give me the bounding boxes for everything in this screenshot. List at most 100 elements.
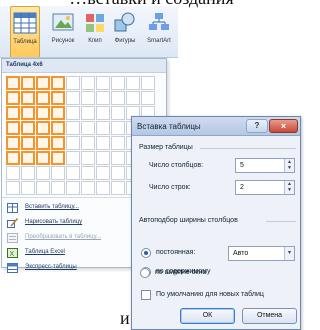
grid-cell-selected[interactable] [21, 106, 35, 120]
document-text-fragment: и [120, 308, 130, 328]
shapes-button[interactable]: Фигуры [110, 6, 140, 57]
cancel-button[interactable]: Отмена [242, 308, 297, 324]
grid-cell[interactable] [126, 76, 140, 90]
fixed-width-select[interactable]: Авто ▾ [228, 246, 295, 261]
spinner-arrows-icon[interactable]: ▲ ▼ [284, 159, 294, 172]
grid-cell[interactable] [111, 91, 125, 105]
grid-cell[interactable] [111, 121, 125, 135]
grid-cell[interactable] [66, 106, 80, 120]
grid-cell[interactable] [111, 76, 125, 90]
grid-cell[interactable] [36, 166, 50, 180]
grid-cell-selected[interactable] [51, 76, 65, 90]
grid-cell[interactable] [36, 181, 50, 195]
grid-cell[interactable] [81, 106, 95, 120]
spinner-arrows-icon[interactable]: ▾ [284, 247, 294, 260]
grid-cell[interactable] [111, 166, 125, 180]
grid-cell-selected[interactable] [6, 91, 20, 105]
excel-table-icon: X [7, 248, 18, 258]
grid-cell-selected[interactable] [51, 106, 65, 120]
grid-cell[interactable] [66, 166, 80, 180]
grid-cell[interactable] [96, 91, 110, 105]
grid-cell[interactable] [141, 76, 155, 90]
smartart-button[interactable]: SmartArt [140, 6, 178, 57]
clipart-icon [86, 14, 104, 32]
grid-cell[interactable] [111, 106, 125, 120]
grid-cell[interactable] [81, 76, 95, 90]
grid-cell[interactable] [66, 76, 80, 90]
table-button[interactable]: Таблица [10, 6, 40, 57]
grid-cell[interactable] [66, 136, 80, 150]
grid-cell-selected[interactable] [51, 91, 65, 105]
columns-spinner[interactable]: 5 ▲ ▼ [235, 158, 295, 173]
ok-button[interactable]: ОК [180, 308, 235, 324]
grid-cell-selected[interactable] [51, 151, 65, 165]
spinner-arrows-icon[interactable]: ▲ ▼ [284, 181, 294, 194]
dialog-titlebar[interactable]: Вставка таблицы ? × [132, 117, 300, 136]
picture-button[interactable]: Рисунок [48, 6, 78, 57]
columns-value: 5 [240, 162, 244, 169]
grid-cell[interactable] [21, 166, 35, 180]
rows-spinner[interactable]: 2 ▲ ▼ [235, 180, 295, 195]
grid-cell[interactable] [111, 136, 125, 150]
grid-cell[interactable] [66, 121, 80, 135]
grid-cell-selected[interactable] [36, 151, 50, 165]
grid-cell-selected[interactable] [6, 106, 20, 120]
grid-cell-selected[interactable] [21, 136, 35, 150]
grid-cell[interactable] [66, 151, 80, 165]
radio-autofit-window[interactable] [140, 268, 150, 278]
grid-cell[interactable] [96, 106, 110, 120]
grid-cell-selected[interactable] [6, 136, 20, 150]
grid-cell[interactable] [126, 91, 140, 105]
grid-cell[interactable] [81, 136, 95, 150]
radio-window-label: по ширине окна [155, 269, 207, 276]
checkbox-label: По умолчанию для новых таблиц [156, 291, 264, 298]
grid-cell[interactable] [6, 181, 20, 195]
menu-item-label: Вставить таблицу... [25, 204, 79, 210]
clipart-button[interactable]: Клип [82, 6, 108, 57]
radio-fixed-width[interactable] [141, 248, 151, 258]
grid-cell[interactable] [81, 151, 95, 165]
grid-cell-selected[interactable] [6, 151, 20, 165]
grid-cell[interactable] [96, 76, 110, 90]
grid-cell[interactable] [6, 166, 20, 180]
clipart-button-label: Клип [88, 38, 102, 44]
table-button-label: Таблица [13, 39, 37, 45]
grid-cell[interactable] [81, 121, 95, 135]
grid-cell-selected[interactable] [36, 136, 50, 150]
grid-cell-selected[interactable] [36, 76, 50, 90]
grid-cell[interactable] [51, 166, 65, 180]
grid-cell[interactable] [111, 151, 125, 165]
grid-cell-selected[interactable] [21, 121, 35, 135]
grid-cell-selected[interactable] [6, 76, 20, 90]
grid-cell[interactable] [111, 181, 125, 195]
grid-cell[interactable] [81, 91, 95, 105]
grid-cell[interactable] [141, 91, 155, 105]
grid-cell-selected[interactable] [36, 121, 50, 135]
grid-cell[interactable] [96, 136, 110, 150]
grid-cell[interactable] [96, 151, 110, 165]
grid-cell-selected[interactable] [6, 121, 20, 135]
grid-cell-selected[interactable] [21, 151, 35, 165]
grid-cell-selected[interactable] [21, 76, 35, 90]
grid-cell[interactable] [96, 166, 110, 180]
grid-cell[interactable] [81, 181, 95, 195]
grid-cell-selected[interactable] [21, 91, 35, 105]
grid-cell[interactable] [96, 181, 110, 195]
grid-cell[interactable] [66, 91, 80, 105]
grid-cell-selected[interactable] [51, 121, 65, 135]
help-button[interactable]: ? [246, 119, 268, 133]
grid-cell[interactable] [81, 166, 95, 180]
grid-cell-selected[interactable] [36, 91, 50, 105]
grid-cell[interactable] [21, 181, 35, 195]
grid-cell-selected[interactable] [36, 106, 50, 120]
close-button[interactable]: × [269, 119, 298, 133]
grid-cell[interactable] [66, 181, 80, 195]
grid-cell[interactable] [96, 121, 110, 135]
quick-tables-icon [7, 263, 18, 273]
grid-cell-selected[interactable] [51, 136, 65, 150]
default-for-new-tables-checkbox[interactable] [141, 290, 151, 300]
grid-cell[interactable] [51, 181, 65, 195]
rows-label: Число строк: [149, 184, 191, 191]
svg-text:X: X [10, 251, 15, 258]
smartart-button-label: SmartArt [147, 38, 171, 44]
